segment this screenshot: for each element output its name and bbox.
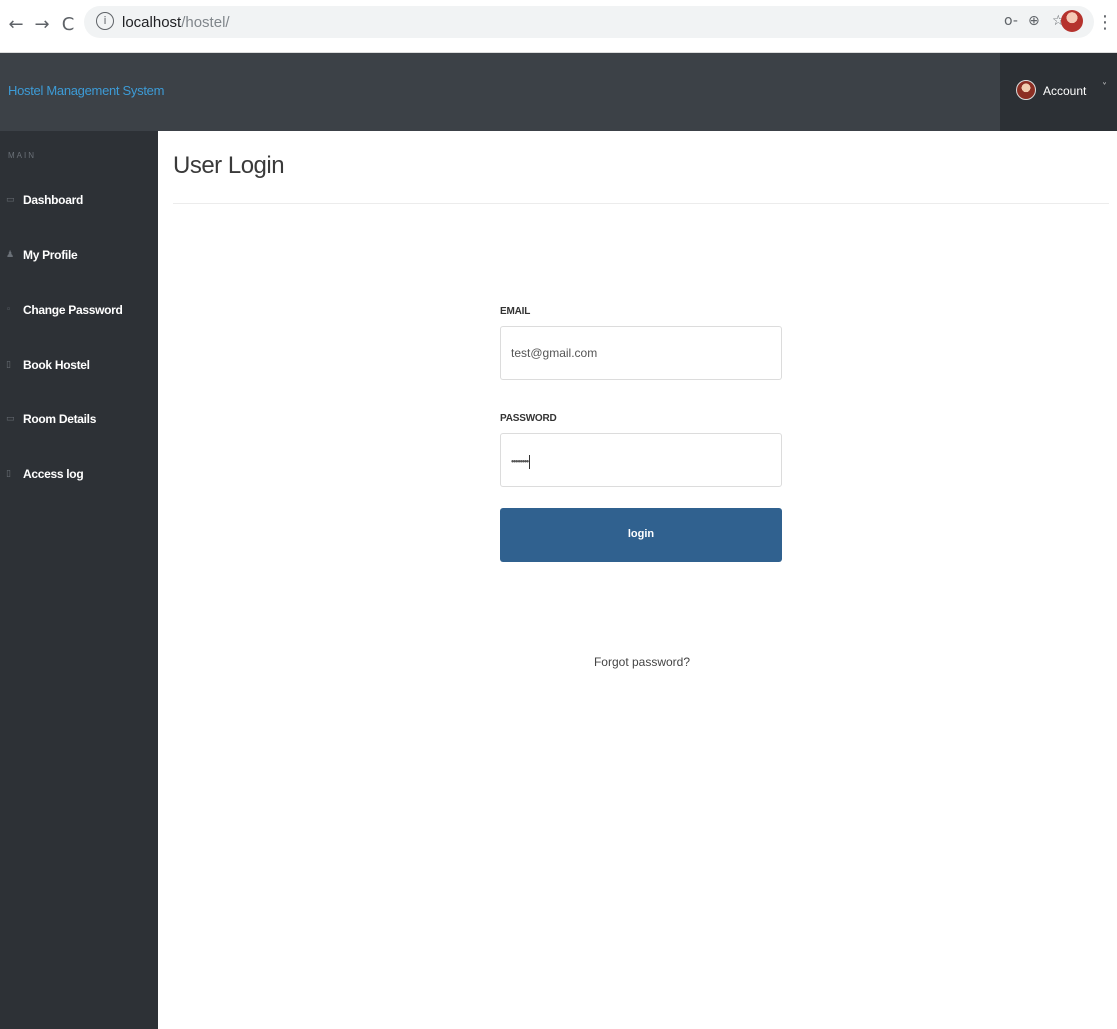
sidebar-item-label: Change Password (23, 303, 123, 317)
info-icon[interactable]: i (96, 12, 114, 30)
sidebar-item-access-log[interactable]: ▯ Access log (0, 460, 158, 490)
sidebar-section-label: MAIN (8, 151, 36, 160)
password-dots: •••••••• (511, 456, 529, 467)
zoom-icon[interactable]: ⊕ (1028, 13, 1040, 29)
monitor-icon: ▭ (6, 195, 15, 205)
password-label: PASSWORD (500, 413, 557, 424)
forward-icon[interactable]: → (32, 14, 52, 36)
log-icon: ▯ (6, 469, 11, 479)
url-text[interactable]: localhost/hostel/ (122, 14, 230, 31)
sidebar-item-label: Room Details (23, 412, 97, 426)
browser-profile-avatar[interactable] (1061, 10, 1083, 32)
sidebar-item-my-profile[interactable]: ♟ My Profile (0, 241, 158, 271)
email-label: EMAIL (500, 306, 531, 317)
sidebar-item-dashboard[interactable]: ▭ Dashboard (0, 186, 158, 216)
title-divider (173, 203, 1109, 204)
url-host: localhost (122, 14, 182, 31)
login-button[interactable]: login (500, 508, 782, 562)
account-label: Account (1043, 84, 1087, 98)
browser-menu-icon[interactable]: ⋮ (1096, 12, 1114, 33)
login-button-label: login (627, 528, 655, 540)
sidebar-item-label: Dashboard (23, 193, 83, 207)
desktop-icon: ▭ (6, 414, 15, 424)
sidebar-item-book-hostel[interactable]: ▯ Book Hostel (0, 351, 158, 381)
email-field[interactable]: test@gmail.com (500, 326, 782, 380)
password-field[interactable]: •••••••• (500, 433, 782, 487)
page-title: User Login (173, 152, 285, 179)
text-caret (529, 455, 531, 469)
app-header: Hostel Management System Account ˅ (0, 53, 1117, 131)
sidebar-item-change-password[interactable]: ◦ Change Password (0, 296, 158, 326)
chevron-down-icon: ˅ (1102, 82, 1107, 93)
file-icon: ▯ (6, 360, 11, 370)
password-value: •••••••• (511, 455, 531, 469)
brand-title[interactable]: Hostel Management System (8, 83, 164, 98)
forgot-password-link[interactable]: Forgot password? (573, 655, 711, 669)
address-bar[interactable]: i localhost/hostel/ o- ⊕ ☆ (84, 6, 1094, 38)
browser-toolbar: ← → C i localhost/hostel/ o- ⊕ ☆ ⋮ (0, 0, 1117, 53)
sidebar: MAIN ▭ Dashboard ♟ My Profile ◦ Change P… (0, 131, 158, 1029)
url-path: /hostel/ (181, 14, 230, 31)
account-menu[interactable]: Account ˅ (1000, 53, 1117, 131)
key-icon[interactable]: o- (1004, 13, 1018, 29)
email-value: test@gmail.com (511, 346, 598, 360)
account-avatar (1016, 80, 1036, 100)
sidebar-item-label: Book Hostel (23, 358, 90, 372)
sidebar-item-label: My Profile (23, 248, 78, 262)
lock-icon: ◦ (6, 305, 12, 315)
sidebar-item-room-details[interactable]: ▭ Room Details (0, 405, 158, 435)
back-icon[interactable]: ← (6, 14, 26, 36)
reload-icon[interactable]: C (58, 14, 78, 36)
user-icon: ♟ (6, 250, 15, 260)
sidebar-item-label: Access log (23, 467, 84, 481)
